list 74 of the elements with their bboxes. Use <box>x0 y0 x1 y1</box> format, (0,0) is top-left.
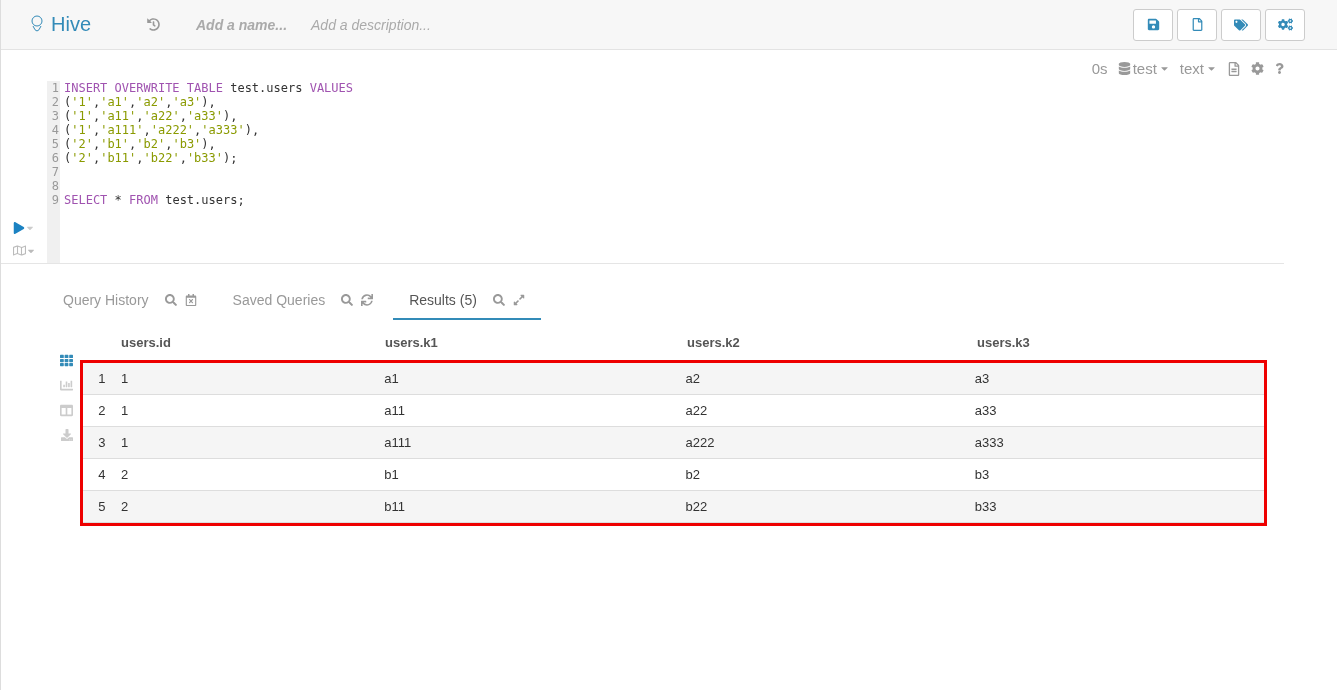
table-cell-text: 2 <box>120 467 130 482</box>
table-cell-text: a11 <box>384 403 406 418</box>
row-number: 1 <box>97 371 107 386</box>
row-number: 4 <box>97 467 107 482</box>
search-icon[interactable] <box>164 294 177 306</box>
execution-time: 0s <box>1091 60 1108 77</box>
help-icon[interactable] <box>1274 63 1285 74</box>
settings-button[interactable] <box>1265 8 1305 41</box>
column-header[interactable]: users.k2 <box>687 334 977 350</box>
table-cell-text: a33 <box>974 403 998 418</box>
play-icon <box>13 222 25 234</box>
query-description-field[interactable]: Add a description... <box>311 16 431 33</box>
run-button[interactable] <box>13 222 35 234</box>
table-cell-text: 1 <box>120 435 130 450</box>
row-number: 5 <box>97 499 107 514</box>
table-cell-text: b2 <box>685 467 701 482</box>
line-number: 9 <box>50 193 60 207</box>
calendar-x-icon[interactable] <box>184 294 197 306</box>
column-header[interactable]: users.k3 <box>977 334 1267 350</box>
search-icon[interactable] <box>492 294 505 306</box>
table-cell-text: b1 <box>384 467 400 482</box>
chart-view-icon[interactable] <box>60 379 73 392</box>
table-cell-text: b11 <box>384 499 406 514</box>
table-cell-text: a111 <box>384 435 413 450</box>
history-icon[interactable] <box>147 18 160 31</box>
settings-icon[interactable] <box>1251 62 1264 75</box>
columns-icon[interactable] <box>60 404 73 417</box>
database-dropdown[interactable]: test <box>1117 60 1170 77</box>
table-cell-text: a3 <box>974 371 991 386</box>
line-number: 3 <box>50 109 60 123</box>
new-document-button[interactable] <box>1177 8 1217 41</box>
column-header[interactable]: users.id <box>121 334 385 350</box>
refresh-icon[interactable] <box>361 294 374 306</box>
panel-tab[interactable]: Results (5) <box>393 284 541 320</box>
line-number: 2 <box>50 95 60 109</box>
row-number: 3 <box>97 435 107 450</box>
table-cell-text: b33 <box>974 499 998 514</box>
line-number: 8 <box>50 179 60 193</box>
search-icon[interactable] <box>341 294 354 306</box>
gears-icon <box>1277 17 1293 32</box>
table-cell-text: 1 <box>120 403 130 418</box>
tags-button[interactable] <box>1221 8 1261 41</box>
file-icon <box>1190 18 1204 31</box>
map-icon <box>12 244 26 257</box>
table-cell-text: 1 <box>120 371 130 386</box>
format-dropdown[interactable]: text <box>1179 60 1217 77</box>
download-icon[interactable] <box>61 429 73 441</box>
table-cell-text: b3 <box>974 467 991 482</box>
line-number: 7 <box>50 165 60 179</box>
save-button[interactable] <box>1133 8 1173 41</box>
column-header[interactable]: users.k1 <box>385 334 687 350</box>
table-cell-text: a333 <box>974 435 1005 450</box>
grid-view-icon[interactable] <box>60 354 73 367</box>
panel-tab[interactable]: Saved Queries <box>216 284 390 320</box>
tag-icon <box>1234 17 1248 32</box>
code-editor[interactable]: INSERT OVERWRITE TABLE test.users VALUES ('1','a1','a2','a3'), ('1','a11','a22','a33'), ('1','a111','a222','a333'), ('2','b1','b2','b3'), ('2','b11','b22','b33'); SELECT * FROM test.users; <box>60 81 353 263</box>
line-number: 6 <box>50 151 60 165</box>
table-cell-text: a1 <box>384 371 400 386</box>
table-cell-text: b22 <box>685 499 709 514</box>
line-number: 1 <box>50 81 60 95</box>
document-icon[interactable] <box>1227 61 1241 76</box>
table-cell-text: a2 <box>685 371 701 386</box>
line-number: 5 <box>50 137 60 151</box>
app-name[interactable]: Hive <box>51 13 91 36</box>
map-dropdown[interactable] <box>12 244 36 257</box>
row-number: 2 <box>97 403 107 418</box>
expand-icon[interactable] <box>512 294 525 306</box>
line-number: 4 <box>50 123 60 137</box>
query-name-field[interactable]: Add a name... <box>196 16 288 33</box>
database-icon <box>1117 62 1131 75</box>
table-cell-text: a22 <box>685 403 709 418</box>
panel-tab[interactable]: Query History <box>47 284 213 320</box>
table-cell-text: a222 <box>685 435 716 450</box>
table-cell-text: 2 <box>120 499 130 514</box>
